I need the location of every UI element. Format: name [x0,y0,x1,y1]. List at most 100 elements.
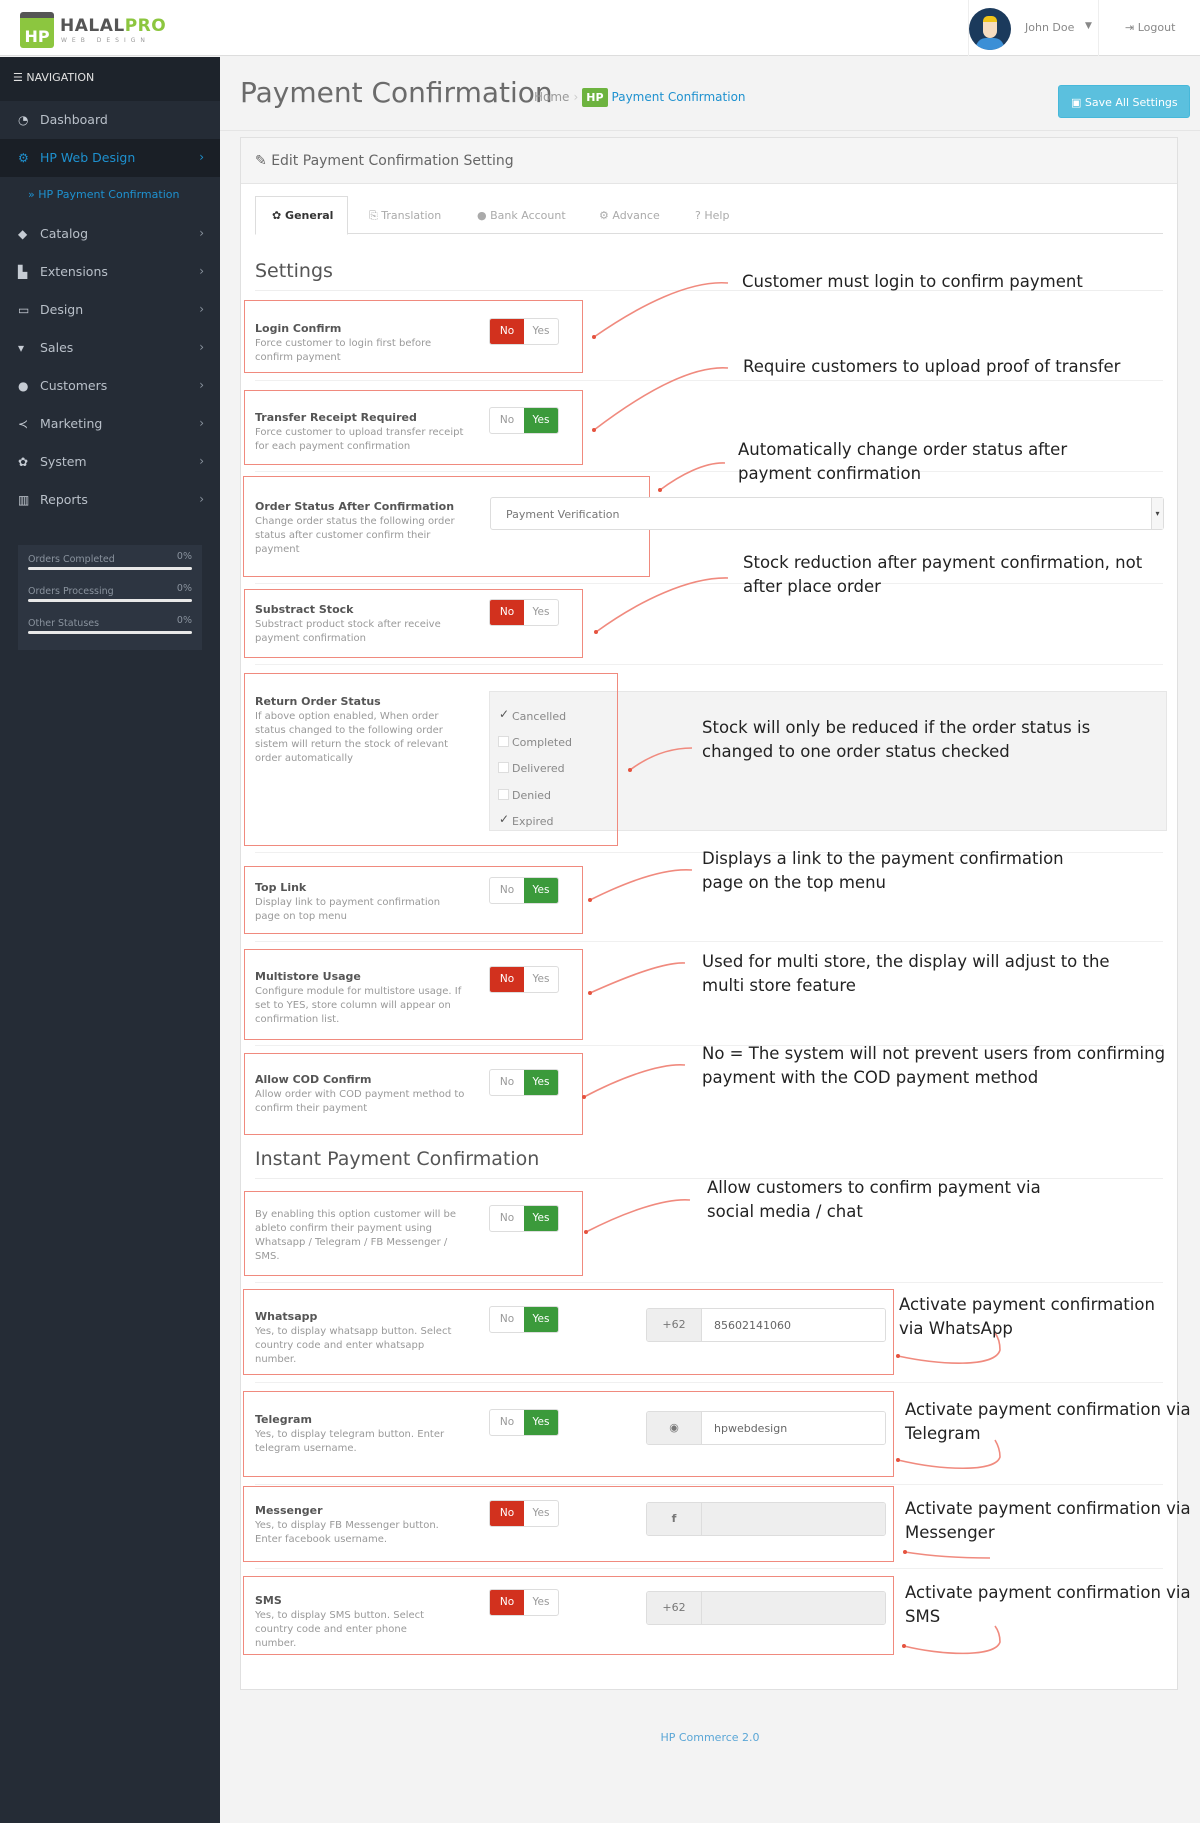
sidebar-item-catalog[interactable]: ◆ Catalog › [0,215,220,253]
toggle-yes[interactable]: Yes [524,319,558,344]
monitor-icon: ▭ [18,303,30,317]
messenger-toggle[interactable]: No Yes [489,1500,559,1527]
user-icon: ● [477,209,491,222]
whatsapp-number-field[interactable]: +62 85602141060 [646,1308,886,1342]
progress-bar [28,599,192,602]
toggle-yes[interactable]: Yes [524,878,558,903]
whatsapp-number-input[interactable]: 85602141060 [702,1309,885,1341]
sidebar-item-hp-web-design[interactable]: ⚙ HP Web Design › [0,139,220,177]
toggle-yes[interactable]: Yes [524,600,558,625]
setting-title: Multistore Usage [255,970,361,983]
sidebar-item-system[interactable]: ✿ System › [0,443,220,481]
footer-link[interactable]: HP Commerce 2.0 [220,1731,1200,1744]
sidebar: ☰ NAVIGATION ◔ Dashboard ⚙ HP Web Design › … [0,57,220,1823]
tab-translation[interactable]: ⎘ Translation [369,196,441,234]
cogs-icon: ⚙ [599,209,613,222]
top-link-toggle[interactable]: No Yes [489,877,559,904]
setting-title: Top Link [255,881,307,894]
stat-value: 0% [176,615,192,626]
logout-link[interactable]: ⇥ Logout [1098,0,1200,56]
sidebar-item-extensions[interactable]: ▙ Extensions › [0,253,220,291]
sidebar-item-sales[interactable]: ▾ Sales › [0,329,220,367]
toggle-yes[interactable]: Yes [524,1590,558,1615]
user-name[interactable]: John Doe [1025,21,1074,34]
toggle-yes[interactable]: Yes [524,1070,558,1095]
toggle-no[interactable]: No [490,1410,524,1435]
tab-label: Bank Account [490,209,566,222]
sidebar-item-dashboard[interactable]: ◔ Dashboard [0,101,220,139]
messenger-username-field[interactable]: f [646,1502,886,1536]
telegram-username-field[interactable]: ◉ hpwebdesign [646,1411,886,1445]
toggle-yes[interactable]: Yes [524,967,558,992]
sms-number-field[interactable]: +62 [646,1591,886,1625]
multistore-toggle[interactable]: No Yes [489,966,559,993]
toggle-no[interactable]: No [490,967,524,992]
setting-title: Messenger [255,1504,323,1517]
tab-label: Translation [381,209,442,222]
substract-stock-toggle[interactable]: No Yes [489,599,559,626]
transfer-receipt-toggle[interactable]: No Yes [489,407,559,434]
toggle-yes[interactable]: Yes [524,1501,558,1526]
telegram-username-input[interactable]: hpwebdesign [702,1412,885,1444]
whatsapp-toggle[interactable]: No Yes [489,1306,559,1333]
instant-confirmation-toggle[interactable]: No Yes [489,1205,559,1232]
user-menu[interactable]: John Doe ▼ [968,0,1098,56]
caret-down-icon[interactable]: ▼ [1085,21,1092,31]
toggle-no[interactable]: No [490,1307,524,1332]
login-confirm-toggle[interactable]: No Yes [489,318,559,345]
tab-bank-account[interactable]: ● Bank Account [477,196,566,234]
toggle-no[interactable]: No [490,1590,524,1615]
toggle-no[interactable]: No [490,878,524,903]
toggle-yes[interactable]: Yes [524,408,558,433]
save-all-settings-button[interactable]: ▣ Save All Settings [1058,85,1190,118]
sidebar-item-design[interactable]: ▭ Design › [0,291,220,329]
caret-down-icon[interactable]: ▾ [1151,498,1163,529]
avatar[interactable] [969,8,1011,50]
tab-advance[interactable]: ⚙ Advance [599,196,660,234]
setting-title: Telegram [255,1413,312,1426]
toggle-no[interactable]: No [490,1501,524,1526]
stat-label: Orders Processing [28,586,114,597]
sidebar-subitem-payment-confirmation[interactable]: » HP Payment Confirmation [0,177,220,213]
sidebar-item-label: Design [40,302,84,317]
telegram-toggle[interactable]: No Yes [489,1409,559,1436]
toggle-no[interactable]: No [490,319,524,344]
sidebar-item-customers[interactable]: ● Customers › [0,367,220,405]
tab-help[interactable]: ? Help [695,196,729,234]
sidebar-item-label: Dashboard [40,112,108,127]
country-code-addon: +62 [647,1592,702,1624]
share-icon: ≺ [18,417,29,431]
toggle-yes[interactable]: Yes [524,1307,558,1332]
toggle-yes[interactable]: Yes [524,1206,558,1231]
logo-name-b: PRO [124,16,167,36]
toggle-yes[interactable]: Yes [524,1410,558,1435]
chevron-right-icon: › [199,416,204,430]
toggle-no[interactable]: No [490,1070,524,1095]
toggle-no[interactable]: No [490,1206,524,1231]
menu-icon: ☰ [13,71,27,84]
logo[interactable]: HP HALALPRO WEB DESIGN [20,12,170,52]
sms-toggle[interactable]: No Yes [489,1589,559,1616]
translate-icon: ⎘ [369,209,382,222]
sidebar-item-reports[interactable]: ▥ Reports › [0,481,220,519]
order-status-select[interactable]: Payment Verification ▾ [490,497,1164,530]
breadcrumb-home[interactable]: Home [534,90,569,104]
sidebar-item-marketing[interactable]: ≺ Marketing › [0,405,220,443]
tab-general[interactable]: ✿ General [255,196,349,235]
navigation-header: ☰ NAVIGATION [0,57,220,101]
puzzle-icon: ▙ [18,265,28,279]
logo-name-a: HALAL [60,16,125,36]
messenger-username-input[interactable] [702,1503,885,1535]
sidebar-item-label: Extensions [40,264,108,279]
setting-help: Force customer to login first before con… [255,338,432,363]
panel-title: Edit Payment Confirmation Setting [271,153,514,169]
sidebar-item-label: HP Web Design [40,150,136,165]
breadcrumb-current[interactable]: Payment Confirmation [612,90,746,104]
sms-number-input[interactable] [702,1592,885,1624]
logo-subtitle: WEB DESIGN [61,37,150,44]
cod-confirm-toggle[interactable]: No Yes [489,1069,559,1096]
toggle-no[interactable]: No [490,408,524,433]
row-divider [255,380,1163,381]
stat-value: 0% [176,583,192,594]
toggle-no[interactable]: No [490,600,524,625]
